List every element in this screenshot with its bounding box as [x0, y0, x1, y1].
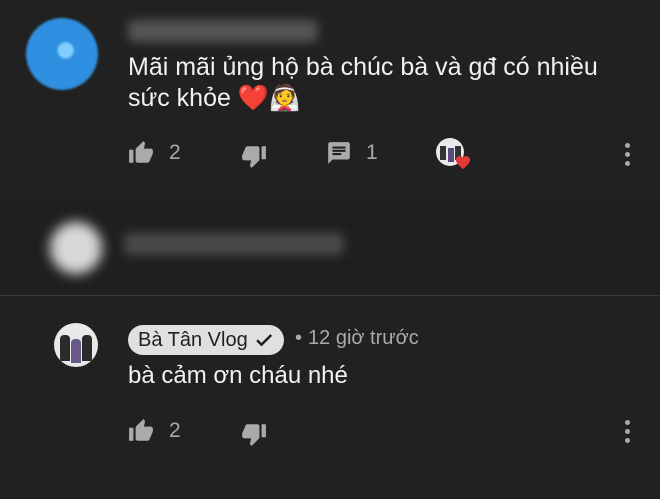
meta-separator: • — [295, 327, 303, 349]
comment-thread-1: Mãi mãi ủng hộ bà chúc bà và gđ có nhiều… — [0, 0, 660, 197]
like-count: 2 — [169, 141, 181, 164]
reply-icon — [328, 142, 350, 164]
more-vertical-icon[interactable] — [625, 420, 631, 447]
comment-text: bà cảm ơn cháu nhé — [128, 362, 348, 389]
heart-icon — [455, 156, 471, 170]
like-count: 2 — [169, 419, 181, 442]
comment-meta: • 12 giờ trước — [295, 327, 419, 350]
dislike-button[interactable] — [240, 421, 268, 447]
reply-button[interactable]: 1 — [326, 140, 378, 166]
blurred-comment-row — [0, 197, 660, 295]
reply-count: 1 — [366, 141, 378, 164]
dislike-icon — [242, 146, 266, 168]
avatar[interactable] — [50, 222, 102, 274]
verified-check-icon — [255, 334, 272, 347]
like-button[interactable]: 2 — [127, 418, 181, 444]
comment-time[interactable]: 12 giờ trước — [308, 327, 419, 350]
creator-heart — [436, 138, 472, 174]
more-vertical-icon[interactable] — [625, 143, 631, 170]
author-name: Bà Tân Vlog — [138, 328, 248, 351]
comment-reply-creator: Bà Tân Vlog • 12 giờ trước bà cảm ơn chá… — [0, 296, 660, 499]
like-button[interactable]: 2 — [127, 140, 181, 166]
blurred-text — [124, 233, 344, 255]
comment-text: Mãi mãi ủng hộ bà chúc bà và gđ có nhiều… — [128, 53, 598, 112]
like-icon — [129, 141, 153, 163]
author-name-blurred[interactable] — [128, 20, 318, 42]
author-chip[interactable]: Bà Tân Vlog — [128, 325, 284, 355]
dislike-icon — [242, 424, 266, 446]
avatar[interactable] — [54, 323, 98, 367]
avatar[interactable] — [26, 18, 98, 90]
like-icon — [129, 419, 153, 441]
bride-emoji: 👰 — [268, 84, 301, 112]
dislike-button[interactable] — [240, 143, 268, 169]
